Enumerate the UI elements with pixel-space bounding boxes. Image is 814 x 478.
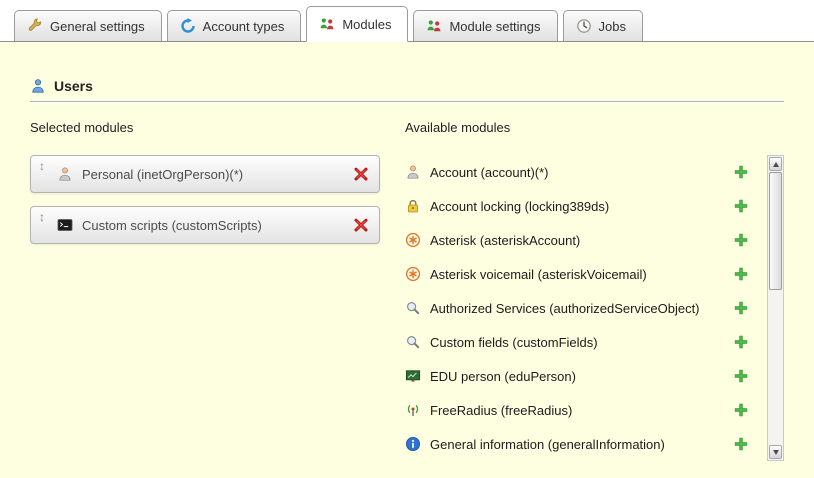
- scroll-up-icon: [773, 162, 779, 167]
- magnifier-icon: [405, 334, 421, 350]
- available-module-row: EDU person (eduPerson): [405, 359, 761, 393]
- drag-handle-icon[interactable]: ↕: [39, 156, 45, 173]
- available-module-row: General information (generalInformation): [405, 427, 761, 461]
- drag-handle-icon[interactable]: ↕: [39, 207, 45, 224]
- account-icon: [405, 164, 421, 180]
- module-label: Asterisk voicemail (asteriskVoicemail): [430, 267, 647, 282]
- selected-module-row[interactable]: ↕ Personal (inetOrgPerson)(*): [30, 155, 380, 193]
- tab-module-settings[interactable]: Module settings: [413, 10, 557, 41]
- tab-label: Modules: [342, 17, 391, 32]
- user-icon: [30, 78, 46, 94]
- available-modules-list: Account (account)(*) Account locking (lo…: [405, 155, 761, 461]
- add-icon[interactable]: [733, 266, 749, 282]
- content-area: Users Selected modules ↕ Personal (inetO…: [0, 42, 814, 478]
- account-types-icon: [180, 18, 196, 34]
- module-settings-icon: [426, 18, 442, 34]
- available-modules-column: Available modules Account (account)(*) A…: [405, 120, 784, 461]
- available-modules-wrap: Account (account)(*) Account locking (lo…: [405, 155, 784, 461]
- add-icon[interactable]: [733, 334, 749, 350]
- wrench-icon: [27, 18, 43, 34]
- asterisk-icon: [405, 232, 421, 248]
- module-label: FreeRadius (freeRadius): [430, 403, 572, 418]
- jobs-icon: [576, 18, 592, 34]
- magnifier-icon: [405, 300, 421, 316]
- add-icon[interactable]: [733, 300, 749, 316]
- available-modules-heading: Available modules: [405, 120, 784, 135]
- edu-icon: [405, 368, 421, 384]
- module-label: Asterisk (asteriskAccount): [430, 233, 580, 248]
- module-label: General information (generalInformation): [430, 437, 665, 452]
- section-divider: [30, 101, 784, 102]
- tab-label: Account types: [203, 19, 285, 34]
- tab-account-types[interactable]: Account types: [167, 10, 302, 41]
- scroll-down-icon: [773, 450, 779, 455]
- selected-modules-column: Selected modules ↕ Personal (inetOrgPers…: [30, 120, 405, 461]
- module-label: Authorized Services (authorizedServiceOb…: [430, 301, 700, 316]
- add-icon[interactable]: [733, 164, 749, 180]
- section-title: Users: [54, 78, 93, 94]
- add-icon[interactable]: [733, 402, 749, 418]
- module-label: Custom fields (customFields): [430, 335, 598, 350]
- module-label: EDU person (eduPerson): [430, 369, 576, 384]
- lock-icon: [405, 198, 421, 214]
- scrollbar-thumb[interactable]: [769, 172, 782, 290]
- add-icon[interactable]: [733, 198, 749, 214]
- info-icon: [405, 436, 421, 452]
- module-label: Custom scripts (customScripts): [82, 218, 353, 233]
- selected-modules-heading: Selected modules: [30, 120, 405, 135]
- terminal-icon: [57, 217, 73, 233]
- scrollbar-up-button[interactable]: [769, 157, 782, 171]
- available-module-row: Asterisk (asteriskAccount): [405, 223, 761, 257]
- available-module-row: FreeRadius (freeRadius): [405, 393, 761, 427]
- delete-icon[interactable]: [353, 217, 369, 233]
- add-icon[interactable]: [733, 232, 749, 248]
- available-module-row: Account (account)(*): [405, 155, 761, 189]
- available-module-row: Account locking (locking389ds): [405, 189, 761, 223]
- scrollbar-down-button[interactable]: [769, 445, 782, 459]
- section-header: Users: [30, 42, 784, 94]
- scrollbar[interactable]: [767, 155, 784, 461]
- add-icon[interactable]: [733, 436, 749, 452]
- available-module-row: Custom fields (customFields): [405, 325, 761, 359]
- modules-icon: [319, 16, 335, 32]
- available-module-row: Authorized Services (authorizedServiceOb…: [405, 291, 761, 325]
- tab-modules[interactable]: Modules: [306, 6, 408, 42]
- delete-icon[interactable]: [353, 166, 369, 182]
- tab-label: Jobs: [599, 19, 626, 34]
- modules-columns: Selected modules ↕ Personal (inetOrgPers…: [30, 120, 784, 461]
- tab-label: Module settings: [449, 19, 540, 34]
- selected-modules-list: ↕ Personal (inetOrgPerson)(*) ↕ Custom s…: [30, 155, 405, 244]
- available-module-row: Asterisk voicemail (asteriskVoicemail): [405, 257, 761, 291]
- tab-general-settings[interactable]: General settings: [14, 10, 162, 41]
- tab-jobs[interactable]: Jobs: [563, 10, 643, 41]
- module-label: Account (account)(*): [430, 165, 549, 180]
- asterisk-icon: [405, 266, 421, 282]
- tab-bar: General settings Account types Modules M…: [0, 0, 814, 42]
- personal-icon: [57, 166, 73, 182]
- module-label: Account locking (locking389ds): [430, 199, 609, 214]
- radius-icon: [405, 402, 421, 418]
- selected-module-row[interactable]: ↕ Custom scripts (customScripts): [30, 206, 380, 244]
- add-icon[interactable]: [733, 368, 749, 384]
- module-label: Personal (inetOrgPerson)(*): [82, 167, 353, 182]
- tab-label: General settings: [50, 19, 145, 34]
